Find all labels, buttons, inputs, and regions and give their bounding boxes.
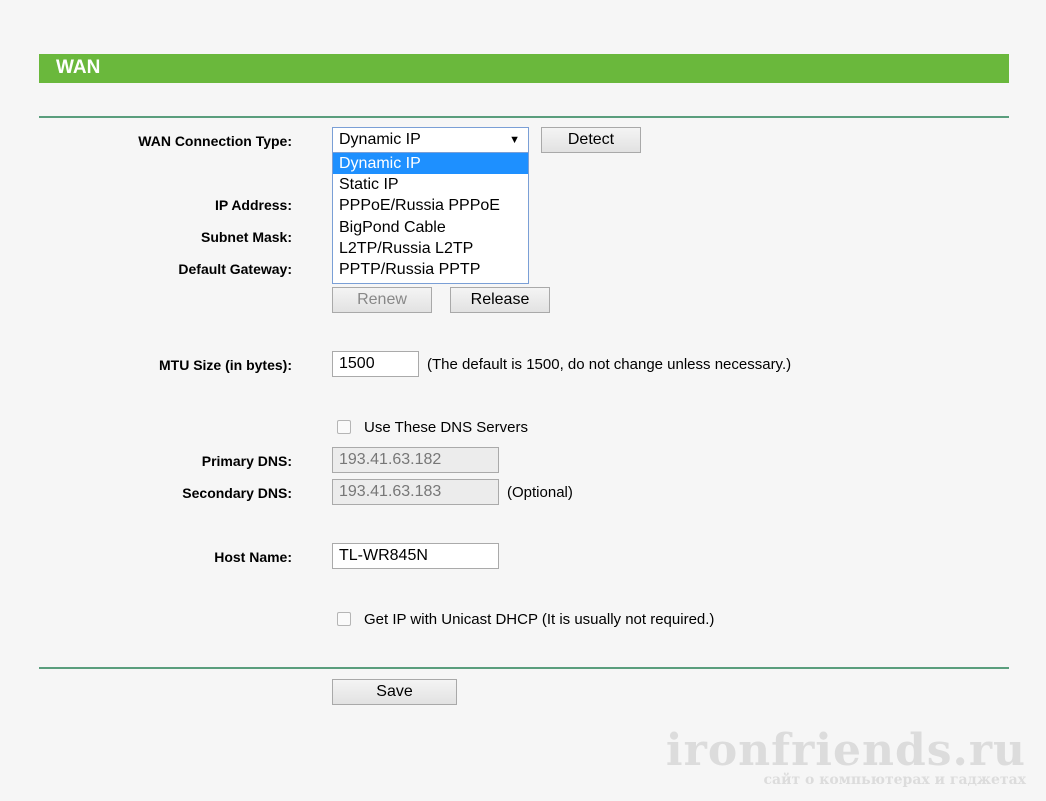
option-dynamic-ip[interactable]: Dynamic IP [333,153,528,175]
primary-dns-input[interactable]: 193.41.63.182 [332,447,499,473]
connection-type-select[interactable]: Dynamic IP ▼ [332,127,529,153]
save-button[interactable]: Save [332,679,457,705]
secondary-dns-label: Secondary DNS: [182,485,292,501]
dns-checkbox-label: Use These DNS Servers [364,419,528,436]
option-l2tp[interactable]: L2TP/Russia L2TP [333,238,528,259]
host-name-input[interactable]: TL-WR845N [332,543,499,569]
connection-type-value: Dynamic IP [339,131,421,148]
option-static-ip[interactable]: Static IP [333,174,528,195]
watermark: ironfriends.ru сайт о компьютерах и гадж… [666,725,1026,788]
mtu-input[interactable]: 1500 [332,351,419,377]
top-divider [39,116,1009,118]
optional-note: (Optional) [507,484,573,501]
renew-button[interactable]: Renew [332,287,432,313]
option-pptp[interactable]: PPTP/Russia PPTP [333,259,528,280]
detect-button[interactable]: Detect [541,127,641,153]
default-gateway-label: Default Gateway: [178,261,292,277]
section-title: WAN [56,57,101,78]
bottom-divider [39,667,1009,669]
option-bigpond[interactable]: BigPond Cable [333,217,528,238]
ip-address-label: IP Address: [214,197,292,213]
mtu-note: (The default is 1500, do not change unle… [427,356,792,373]
dns-checkbox[interactable] [337,420,351,434]
subnet-mask-label: Subnet Mask: [200,229,292,245]
host-name-label: Host Name: [214,549,292,565]
unicast-checkbox[interactable] [337,612,351,626]
secondary-dns-input[interactable]: 193.41.63.183 [332,479,499,505]
connection-type-label: WAN Connection Type: [138,133,292,149]
option-pppoe[interactable]: PPPoE/Russia PPPoE [333,195,528,216]
unicast-checkbox-label: Get IP with Unicast DHCP (It is usually … [364,611,715,628]
release-button[interactable]: Release [450,287,550,313]
section-header: WAN [39,54,1009,83]
watermark-title: ironfriends.ru [665,725,1026,776]
dropdown-arrow-icon: ▼ [509,134,520,146]
connection-type-dropdown[interactable]: Dynamic IP Static IP PPPoE/Russia PPPoE … [332,153,529,284]
primary-dns-label: Primary DNS: [201,453,292,469]
mtu-label: MTU Size (in bytes): [158,357,292,373]
